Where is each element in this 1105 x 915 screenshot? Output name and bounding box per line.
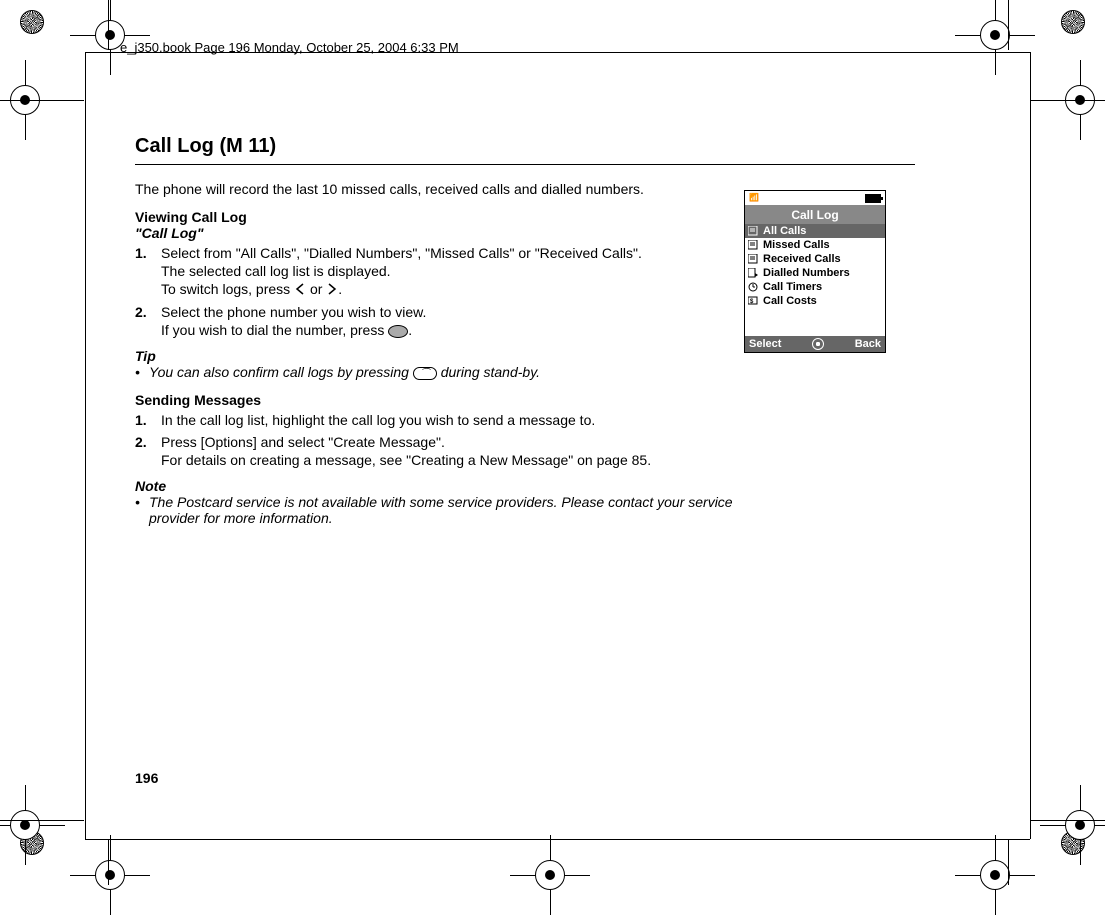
list-icon (748, 254, 759, 264)
step-number: 1. (135, 245, 147, 261)
phone-status-bar: 📶 (745, 191, 885, 206)
tip-text: You can also confirm call logs by pressi… (135, 364, 915, 380)
menu-item-missed-calls: Missed Calls (745, 238, 885, 252)
crop-line (1008, 0, 1009, 50)
step-2: 2. Press [Options] and select "Create Me… (135, 434, 915, 468)
page-title: Call Log (M 11) (135, 135, 915, 158)
crop-line (1008, 840, 1009, 885)
crop-target-icon (1040, 785, 1105, 865)
nav-right-key-icon (326, 282, 338, 298)
crop-target-icon (70, 0, 150, 75)
crop-line (85, 839, 1030, 840)
note-label: Note (135, 478, 915, 494)
menu-item-call-costs: $ Call Costs (745, 294, 885, 308)
step-subtext: For details on creating a message, see "… (161, 452, 915, 468)
step-text: In the call log list, highlight the call… (161, 412, 595, 428)
center-key-icon (388, 325, 408, 338)
menu-item-all-calls: All Calls (745, 224, 885, 238)
menu-item-dialled-numbers: Dialled Numbers (745, 266, 885, 280)
crop-line (0, 100, 84, 101)
menu-item-received-calls: Received Calls (745, 252, 885, 266)
battery-icon (865, 194, 881, 203)
list-icon (748, 226, 759, 236)
softkey-left: Select (749, 338, 781, 350)
note-text: The Postcard service is not available wi… (135, 494, 749, 526)
nav-left-key-icon (294, 282, 306, 298)
crop-line (108, 0, 109, 50)
crop-target-icon (0, 785, 65, 865)
step-1: 1. In the call log list, highlight the c… (135, 412, 915, 428)
crop-line (108, 840, 109, 885)
crop-target-icon (510, 835, 590, 915)
crop-line (1030, 52, 1031, 839)
registration-radial-icon (1061, 10, 1085, 34)
phone-softkeys: Select Back (745, 336, 885, 352)
sending-steps: 1. In the call log list, highlight the c… (135, 412, 915, 468)
step-text: Select from "All Calls", "Dialled Number… (161, 245, 642, 261)
crop-target-icon (955, 0, 1035, 75)
crop-line (0, 820, 84, 821)
step-text: Press [Options] and select "Create Messa… (161, 434, 445, 450)
list-icon (748, 240, 759, 250)
step-number: 2. (135, 304, 147, 320)
crop-line (85, 52, 86, 839)
crop-target-icon (70, 835, 150, 915)
title-rule (135, 164, 915, 165)
crop-line (1031, 820, 1105, 821)
crop-target-icon (955, 835, 1035, 915)
send-key-icon: ⏜ (413, 367, 437, 380)
registration-radial-icon (20, 10, 44, 34)
signal-icon: 📶 (749, 193, 759, 202)
step-number: 1. (135, 412, 147, 428)
softkey-right: Back (855, 338, 881, 350)
phone-screen-title: Call Log (745, 206, 885, 224)
document-header-meta: e_j350.book Page 196 Monday, October 25,… (120, 40, 459, 55)
step-text: Select the phone number you wish to view… (161, 304, 426, 320)
sending-heading: Sending Messages (135, 392, 915, 408)
softkey-center-icon (812, 338, 824, 350)
cost-icon: $ (748, 296, 759, 306)
clock-icon (748, 282, 759, 292)
phone-menu-list: All Calls Missed Calls Received Calls Di… (745, 224, 885, 308)
crop-line (1031, 100, 1105, 101)
menu-item-call-timers: Call Timers (745, 280, 885, 294)
step-number: 2. (135, 434, 147, 450)
list-arrow-icon (748, 268, 759, 278)
phone-screen-illustration: 📶 Call Log All Calls Missed Calls Receiv… (744, 190, 886, 353)
page-number: 196 (135, 770, 158, 786)
